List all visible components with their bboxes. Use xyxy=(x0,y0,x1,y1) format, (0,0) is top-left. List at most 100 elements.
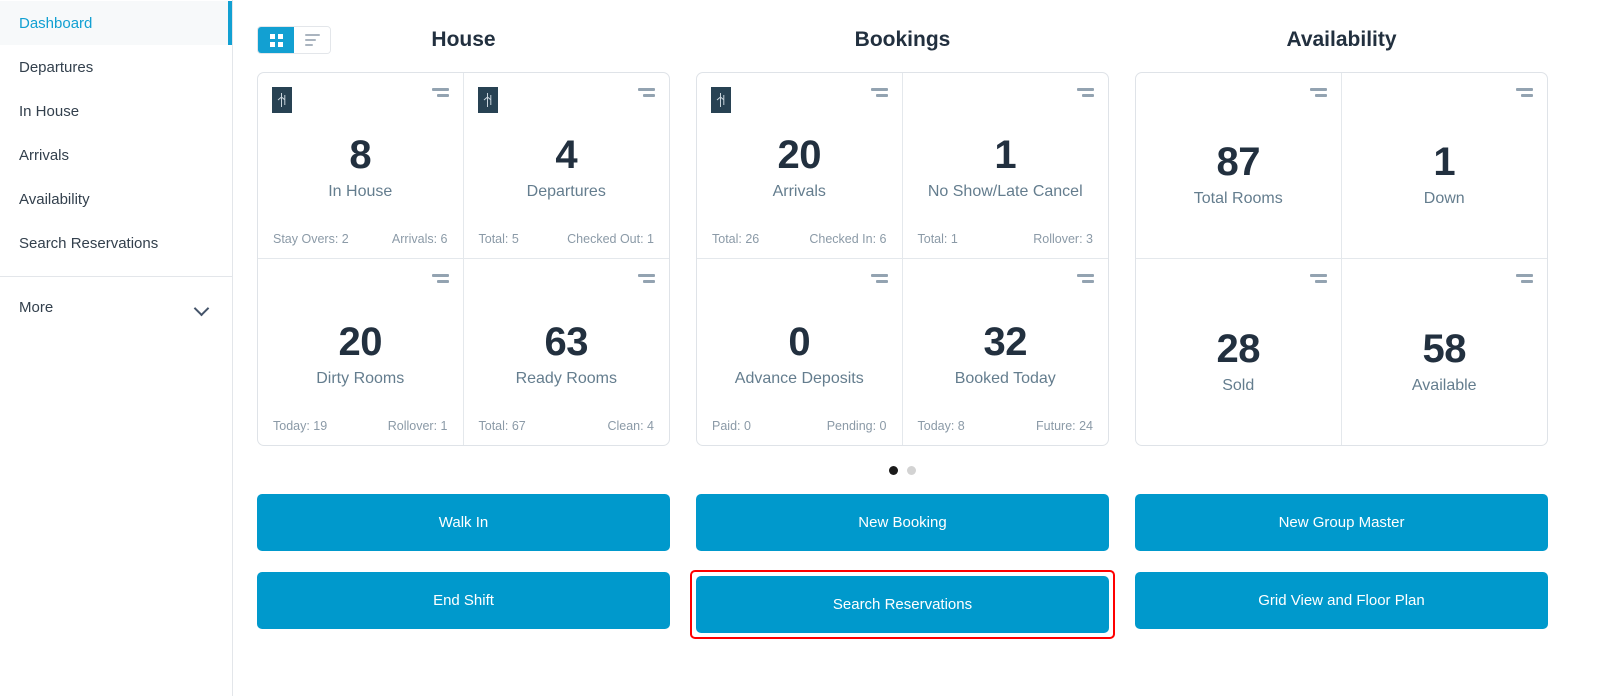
kpi-card-available[interactable]: 58 Available xyxy=(1342,259,1548,445)
kpi-value: 63 xyxy=(544,319,589,364)
grid-view-and-floor-plan-button[interactable]: Grid View and Floor Plan xyxy=(1135,572,1548,629)
carousel-pagination xyxy=(257,466,1548,475)
kpi-value: 1 xyxy=(994,133,1017,177)
kpi-foot-right: Checked In: 6 xyxy=(809,232,887,246)
kpi-foot-left: Today: 8 xyxy=(917,419,965,433)
kpi-foot-left: Today: 19 xyxy=(273,419,328,433)
card-menu-icon[interactable] xyxy=(638,88,655,97)
kpi-body: 4 Departures xyxy=(478,85,656,232)
kpi-body: 1 Down xyxy=(1356,85,1534,246)
kpi-foot-right: Rollover: 1 xyxy=(387,419,448,433)
kpi-card-ready-rooms[interactable]: 63 Ready Rooms Total: 67 Clean: 4 xyxy=(464,259,670,445)
kpi-card-down[interactable]: 1 Down xyxy=(1341,73,1547,259)
kpi-card-no-show-late-cancel[interactable]: 1 No Show/Late Cancel Total: 1 Rollover:… xyxy=(902,73,1108,259)
grid-view-button[interactable] xyxy=(258,27,294,53)
card-menu-icon[interactable] xyxy=(1516,274,1533,283)
kpi-label: Arrivals xyxy=(772,183,826,200)
sparkline-glyph xyxy=(277,93,286,107)
grid-view-icon xyxy=(269,33,283,47)
card-menu-icon[interactable] xyxy=(1309,88,1327,97)
sidebar-item-departures[interactable]: Departures xyxy=(0,45,232,89)
kpi-value: 4 xyxy=(555,133,578,177)
sidebar-item-more[interactable]: More xyxy=(0,285,232,329)
sidebar-item-label: More xyxy=(19,298,54,316)
kpi-card-departures[interactable]: 4 Departures Total: 5 Checked Out: 1 xyxy=(463,73,669,259)
walk-in-button[interactable]: Walk In xyxy=(257,494,670,551)
sidebar-item-label: Departures xyxy=(19,58,94,76)
sidebar-item-arrivals[interactable]: Arrivals xyxy=(0,133,232,177)
list-view-button[interactable] xyxy=(294,27,330,53)
kpi-footer: Paid: 0 Pending: 0 xyxy=(711,419,888,435)
card-menu-icon[interactable] xyxy=(1077,274,1094,283)
column-header-availability: Availability xyxy=(1286,28,1397,51)
kpi-foot-right: Rollover: 3 xyxy=(1033,232,1093,246)
kpi-value: 1 xyxy=(1433,140,1456,184)
view-toggle-group[interactable] xyxy=(257,26,331,54)
kpi-foot-right: Future: 24 xyxy=(1036,419,1093,433)
new-group-master-button[interactable]: New Group Master xyxy=(1135,494,1548,551)
kpi-card-total-rooms[interactable]: 87 Total Rooms xyxy=(1136,73,1342,259)
end-shift-button[interactable]: End Shift xyxy=(257,572,670,629)
card-menu-icon[interactable] xyxy=(638,274,655,283)
kpi-foot-left: Total: 67 xyxy=(478,419,526,433)
sidebar-item-search-reservations[interactable]: Search Reservations xyxy=(0,221,232,265)
kpi-body: 32 Booked Today xyxy=(917,271,1095,419)
card-menu-icon[interactable] xyxy=(1516,88,1533,97)
kpi-card-dirty-rooms[interactable]: 20 Dirty Rooms Today: 19 Rollover: 1 xyxy=(258,259,464,445)
end-shift-wrap: End Shift xyxy=(257,572,670,629)
column-headers: House Bookings Availability xyxy=(257,0,1548,52)
list-view-icon xyxy=(304,34,320,46)
kpi-label: Booked Today xyxy=(954,369,1056,387)
card-menu-icon[interactable] xyxy=(431,88,449,97)
sidebar-item-in-house[interactable]: In House xyxy=(0,89,232,133)
chart-badge-icon xyxy=(711,87,731,113)
kpi-foot-right: Checked Out: 1 xyxy=(567,232,654,246)
kpi-body: 63 Ready Rooms xyxy=(478,271,656,419)
kpi-card-advance-deposits[interactable]: 0 Advance Deposits Paid: 0 Pending: 0 xyxy=(697,259,903,445)
sidebar-item-label: Search Reservations xyxy=(19,234,159,252)
chart-badge-icon xyxy=(477,87,498,113)
sidebar-item-label: In House xyxy=(19,102,80,120)
kpi-card-arrivals[interactable]: 20 Arrivals Total: 26 Checked In: 6 xyxy=(697,73,903,259)
card-menu-icon[interactable] xyxy=(1309,274,1327,283)
chart-badge-icon xyxy=(272,87,292,113)
kpi-label: No Show/Late Cancel xyxy=(927,183,1083,200)
kpi-foot-left: Total: 5 xyxy=(478,232,519,246)
kpi-value: 20 xyxy=(777,133,822,177)
sparkline-glyph xyxy=(483,93,491,107)
kpi-foot-right: Arrivals: 6 xyxy=(391,232,448,246)
kpi-foot-right: Clean: 4 xyxy=(607,419,654,433)
card-menu-icon[interactable] xyxy=(870,274,888,283)
kpi-card-sold[interactable]: 28 Sold xyxy=(1136,259,1342,445)
kpi-body: 1 No Show/Late Cancel xyxy=(917,85,1095,232)
kpi-card-booked-today[interactable]: 32 Booked Today Today: 8 Future: 24 xyxy=(903,259,1109,445)
card-menu-icon[interactable] xyxy=(1077,88,1094,97)
kpi-value: 87 xyxy=(1216,140,1261,184)
action-buttons: Walk In End Shift New Booking Search Res… xyxy=(257,494,1548,639)
kpi-groups: 8 In House Stay Overs: 2 Arrivals: 6 4 D… xyxy=(257,72,1548,446)
sidebar: Dashboard Departures In House Arrivals A… xyxy=(0,0,233,696)
kpi-card-in-house[interactable]: 8 In House Stay Overs: 2 Arrivals: 6 xyxy=(258,73,464,259)
sidebar-item-label: Dashboard xyxy=(19,14,93,32)
sidebar-item-availability[interactable]: Availability xyxy=(0,177,232,221)
search-reservations-button[interactable]: Search Reservations xyxy=(696,576,1109,633)
sidebar-item-label: Availability xyxy=(19,190,90,208)
kpi-label: Ready Rooms xyxy=(515,369,617,387)
carousel-dot-2[interactable] xyxy=(907,466,916,475)
new-booking-button[interactable]: New Booking xyxy=(696,494,1109,551)
toolbar: House Bookings Availability xyxy=(257,0,1548,72)
column-header-bookings: Bookings xyxy=(854,28,951,51)
card-menu-icon[interactable] xyxy=(431,274,449,283)
search-reservations-highlight: Search Reservations xyxy=(690,570,1115,639)
kpi-label: Advance Deposits xyxy=(734,369,864,387)
kpi-footer: Total: 67 Clean: 4 xyxy=(478,419,656,435)
kpi-group-house: 8 In House Stay Overs: 2 Arrivals: 6 4 D… xyxy=(257,72,670,446)
carousel-dot-1[interactable] xyxy=(889,466,898,475)
sidebar-item-label: Arrivals xyxy=(19,146,70,164)
kpi-footer: Total: 26 Checked In: 6 xyxy=(711,232,888,248)
sidebar-item-dashboard[interactable]: Dashboard xyxy=(0,1,232,45)
kpi-group-bookings: 20 Arrivals Total: 26 Checked In: 6 1 No… xyxy=(696,72,1109,446)
card-menu-icon[interactable] xyxy=(870,88,888,97)
kpi-label: Departures xyxy=(526,183,606,200)
kpi-body: 20 Arrivals xyxy=(711,85,888,232)
